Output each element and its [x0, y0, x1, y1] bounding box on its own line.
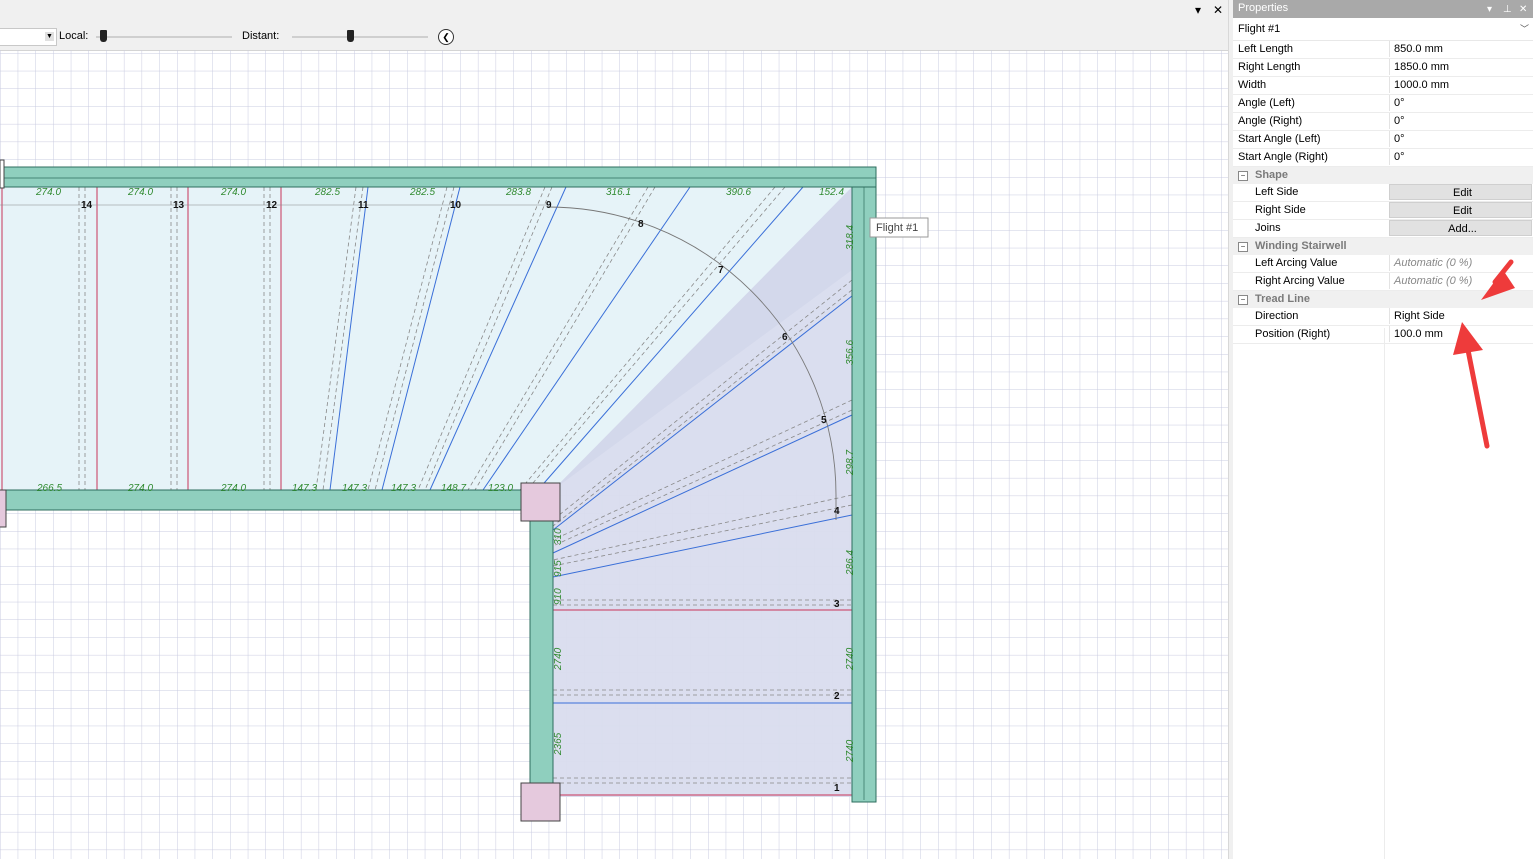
- dim-right: 318.4: [845, 225, 856, 250]
- dim-top: 283.8: [505, 187, 531, 198]
- dim-top: 274.0: [220, 187, 246, 198]
- step-number: 10: [450, 200, 462, 211]
- distant-slider-thumb[interactable]: [347, 30, 354, 42]
- dim-bottom: 147.3: [292, 483, 317, 494]
- dim-bottom: 266.5: [36, 483, 62, 494]
- dim-bottom: 274.0: [220, 483, 246, 494]
- step-number: 14: [81, 200, 93, 211]
- arrow-head-icon: [1453, 322, 1483, 355]
- step-number: 13: [173, 200, 185, 211]
- drawing-canvas[interactable]: 1 2 3 4 5 6 7 8 9 10 11 12 13 14 274.0 2…: [0, 50, 1228, 859]
- step-number: 8: [638, 219, 644, 230]
- dim-bottom: 148.7: [441, 483, 466, 494]
- dim-top: 274.0: [127, 187, 153, 198]
- dim-top: 390.6: [726, 187, 751, 198]
- dim-inner: 310: [553, 528, 564, 545]
- dropdown-icon[interactable]: ▾: [1195, 3, 1201, 17]
- step-number: 5: [821, 415, 827, 426]
- dim-top: 282.5: [314, 187, 340, 198]
- step-number: 4: [834, 506, 840, 517]
- dim-top: 152.4: [819, 187, 844, 198]
- step-number: 6: [782, 332, 788, 343]
- dim-inner: 910: [553, 588, 564, 605]
- step-number: 2: [834, 691, 840, 702]
- annotation-arrows: [1453, 259, 1515, 449]
- dim-inner: 915: [553, 560, 564, 577]
- dim-right: 2740: [845, 647, 856, 671]
- dim-bottom: 147.3: [391, 483, 416, 494]
- step-number: 3: [834, 599, 840, 610]
- view-toolbar: ▼ Local: Distant: ❮: [0, 24, 1228, 51]
- close-icon[interactable]: ✕: [1213, 3, 1223, 17]
- dim-bottom: 123.0: [488, 483, 513, 494]
- distant-label: Distant:: [242, 30, 280, 42]
- dim-right: 298.7: [845, 450, 856, 476]
- view-combo[interactable]: ▼: [0, 28, 57, 46]
- local-slider[interactable]: [96, 30, 232, 42]
- dim-inner: 2740: [553, 647, 564, 671]
- dim-right: 286.4: [845, 550, 856, 576]
- dim-bottom: 147.3: [342, 483, 367, 494]
- dim-top: 282.5: [409, 187, 435, 198]
- dim-top: 316.1: [606, 187, 631, 198]
- dim-inner: 2365: [553, 732, 564, 756]
- dim-right: 2740: [845, 739, 856, 763]
- stair-plan[interactable]: 1 2 3 4 5 6 7 8 9 10 11 12 13 14 274.0 2…: [0, 50, 1228, 859]
- dim-bottom: 274.0: [127, 483, 153, 494]
- tooltip-text: Flight #1: [876, 222, 918, 234]
- step-number: 9: [546, 200, 552, 211]
- arrow-icon: [1465, 347, 1490, 449]
- back-circle-icon[interactable]: ❮: [438, 29, 454, 45]
- step-number: 12: [266, 200, 278, 211]
- local-label: Local:: [59, 30, 89, 42]
- distant-slider[interactable]: [292, 30, 428, 42]
- chevron-down-icon[interactable]: ▼: [45, 32, 54, 41]
- step-number: 11: [358, 200, 369, 211]
- wall-end: [0, 159, 5, 189]
- step-number: 1: [834, 783, 840, 794]
- dim-right: 356.6: [845, 340, 856, 365]
- local-slider-thumb[interactable]: [100, 30, 107, 42]
- dim-top: 274.0: [35, 187, 61, 198]
- document-tab-bar: ▾ ✕: [0, 0, 1228, 24]
- step-number: 7: [718, 265, 724, 276]
- properties-panel: Properties ▾ ⊥ ✕ Flight #1 ﹀ Left Length…: [1233, 0, 1533, 859]
- tooltip: Flight #1: [869, 217, 929, 238]
